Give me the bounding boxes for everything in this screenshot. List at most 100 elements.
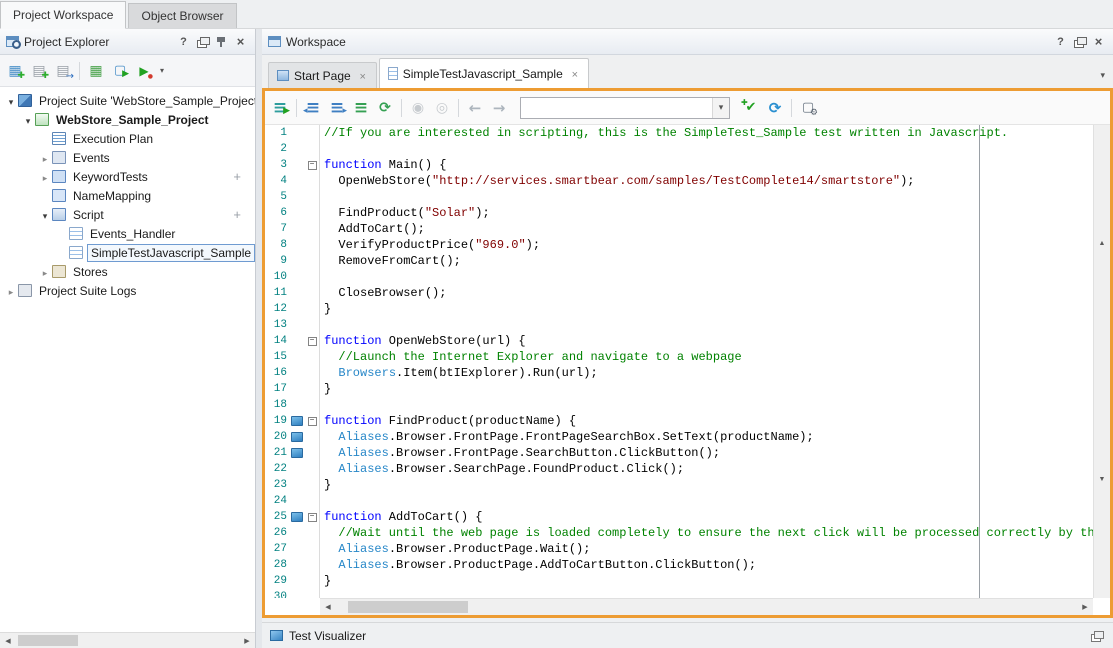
code-line[interactable]: 25function AddToCart() { [265,509,1093,525]
add-checkpoint-icon[interactable] [740,97,762,119]
code-line[interactable]: 15 //Launch the Internet Explorer and na… [265,349,1093,365]
show-visualizer-frames-icon[interactable] [407,97,429,119]
tree-item-project-suite-webstore-sample-project-suit[interactable]: Project Suite 'WebStore_Sample_Project_S… [0,91,255,110]
visualizer-frame-icon[interactable] [291,432,303,442]
help-icon[interactable] [175,34,192,49]
code-line[interactable]: 27 Aliases.Browser.ProductPage.Wait(); [265,541,1093,557]
editor-options-icon[interactable] [797,97,819,119]
project-explorer-hscrollbar[interactable] [0,632,255,648]
editor-vscrollbar[interactable] [1093,125,1110,598]
tree-item-project-suite-logs[interactable]: Project Suite Logs [0,281,255,300]
run-project-suite-icon-dropdown[interactable] [157,66,167,75]
fold-cell[interactable] [305,157,320,173]
code-line[interactable]: 13 [265,317,1093,333]
code-line[interactable]: 16 Browsers.Item(btIExplorer).Run(url); [265,365,1093,381]
test-visualizer-bar[interactable]: Test Visualizer [262,622,1113,648]
mode-tab-project-workspace[interactable]: Project Workspace [0,1,126,29]
scroll-up-icon[interactable] [1094,125,1110,362]
tree-item-script[interactable]: Script [0,205,255,224]
indent-icon[interactable] [326,97,348,119]
navigate-back-icon[interactable] [464,97,486,119]
code-line[interactable]: 10 [265,269,1093,285]
run-current-routine-icon[interactable] [269,97,291,119]
tree-expander-icon[interactable] [4,284,18,298]
visualizer-frame-cell[interactable] [289,432,305,442]
function-navigator-combobox[interactable] [520,97,730,119]
format-code-icon[interactable] [350,97,372,119]
show-test-items-icon[interactable] [85,60,107,82]
code-line[interactable]: 19function FindProduct(productName) { [265,413,1093,429]
tree-expander-icon[interactable] [38,151,52,165]
fold-cell[interactable] [305,413,320,429]
mode-tab-object-browser[interactable]: Object Browser [128,3,236,28]
code-line[interactable]: 7 AddToCart(); [265,221,1093,237]
collapse-region-icon[interactable] [308,513,317,522]
code-line[interactable]: 1//If you are interested in scripting, t… [265,125,1093,141]
scroll-left-icon[interactable] [320,599,336,615]
sync-with-visualizer-icon[interactable] [764,97,786,119]
scroll-right-icon[interactable] [1077,599,1093,615]
tree-item-events[interactable]: Events [0,148,255,167]
code-line[interactable]: 17} [265,381,1093,397]
visualizer-frame-icon[interactable] [291,416,303,426]
code-line[interactable]: 26 //Wait until the web page is loaded c… [265,525,1093,541]
visualizer-frame-cell[interactable] [289,416,305,426]
code-line[interactable]: 18 [265,397,1093,413]
code-line[interactable]: 28 Aliases.Browser.ProductPage.AddToCart… [265,557,1093,573]
code-line[interactable]: 2 [265,141,1093,157]
code-line[interactable]: 12} [265,301,1093,317]
code-line[interactable]: 20 Aliases.Browser.FrontPage.FrontPageSe… [265,429,1093,445]
close-icon[interactable] [1090,34,1107,49]
refresh-script-icon[interactable] [374,97,396,119]
float-window-icon[interactable] [194,34,211,49]
tree-item-simpletestjavascript-sample[interactable]: SimpleTestJavascript_Sample [0,243,255,262]
code-line[interactable]: 24 [265,493,1093,509]
add-new-item-icon[interactable] [28,60,50,82]
collapse-region-icon[interactable] [308,417,317,426]
visualizer-frame-cell[interactable] [289,512,305,522]
tree-item-webstore-sample-project[interactable]: WebStore_Sample_Project [0,110,255,129]
visualizer-frame-cell[interactable] [289,448,305,458]
code-line[interactable]: 4 OpenWebStore("http://services.smartbea… [265,173,1093,189]
tree-item-stores[interactable]: Stores [0,262,255,281]
visualizer-frame-icon[interactable] [291,448,303,458]
add-new-project-icon[interactable] [4,60,26,82]
tree-expander-icon[interactable] [4,94,18,108]
outdent-icon[interactable] [302,97,324,119]
tab-close-icon[interactable] [570,67,580,81]
scrollbar-track[interactable] [16,633,239,648]
help-icon[interactable] [1052,34,1069,49]
float-panel-icon[interactable] [1088,628,1105,643]
scroll-down-icon[interactable] [1094,362,1110,599]
tab-list-dropdown-icon[interactable] [1100,67,1105,81]
navigate-forward-icon[interactable] [488,97,510,119]
add-existing-item-icon[interactable] [52,60,74,82]
add-child-item-button[interactable] [233,207,241,222]
run-project-icon[interactable] [109,60,131,82]
code-line[interactable]: 23} [265,477,1093,493]
tree-expander-icon[interactable] [38,170,52,184]
code-line[interactable]: 6 FindProduct("Solar"); [265,205,1093,221]
tree-item-events-handler[interactable]: Events_Handler [0,224,255,243]
chevron-down-icon[interactable] [712,98,729,118]
scrollbar-thumb[interactable] [348,601,468,613]
doc-tab-start-page[interactable]: Start Page [268,62,377,88]
add-child-item-button[interactable] [233,169,241,184]
tree-item-keywordtests[interactable]: KeywordTests [0,167,255,186]
auto-hide-pin-icon[interactable] [213,34,230,49]
scroll-left-icon[interactable] [0,633,16,648]
code-line[interactable]: 3function Main() { [265,157,1093,173]
tree-expander-icon[interactable] [38,208,52,222]
code-line[interactable]: 30 [265,589,1093,598]
run-project-suite-icon[interactable] [133,60,155,82]
collapse-region-icon[interactable] [308,337,317,346]
fold-cell[interactable] [305,509,320,525]
fold-cell[interactable] [305,333,320,349]
doc-tab-simpletestjavascript-sample[interactable]: SimpleTestJavascript_Sample [379,58,589,88]
editor-hscrollbar[interactable] [320,598,1093,615]
code-line[interactable]: 14function OpenWebStore(url) { [265,333,1093,349]
code-line[interactable]: 8 VerifyProductPrice("969.0"); [265,237,1093,253]
tab-close-icon[interactable] [358,69,368,83]
scroll-right-icon[interactable] [239,633,255,648]
tree-expander-icon[interactable] [38,265,52,279]
